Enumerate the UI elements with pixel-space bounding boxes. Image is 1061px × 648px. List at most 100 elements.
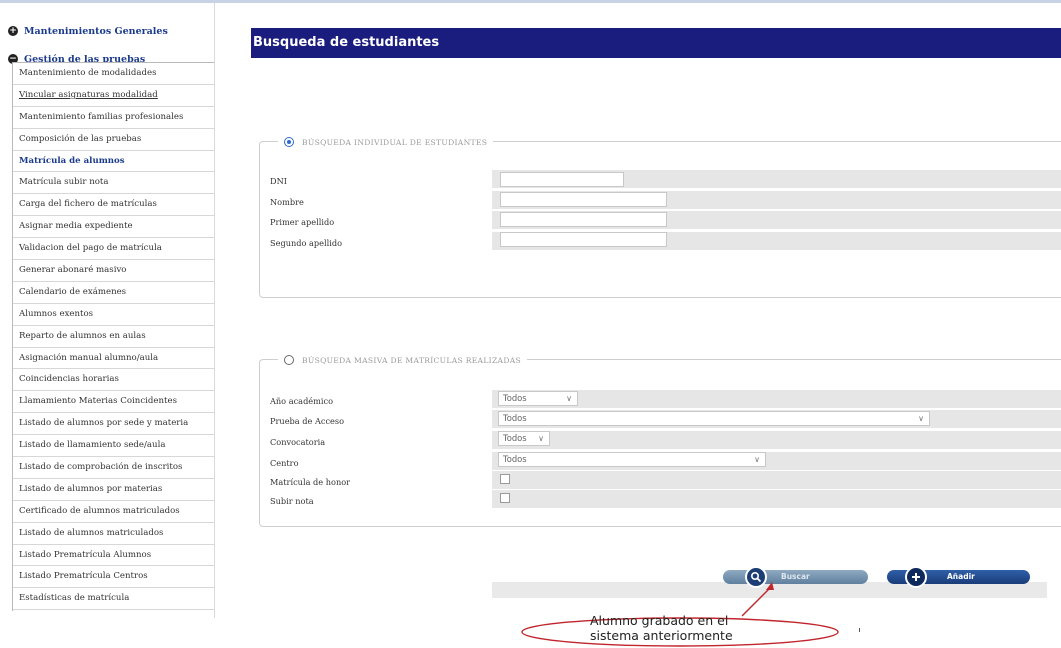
prueba-select-value: Todos bbox=[503, 413, 527, 423]
annotation-text: Alumno grabado en el sistema anteriormen… bbox=[590, 613, 733, 643]
sidebar-divider bbox=[214, 3, 215, 618]
prueba-select[interactable]: Todos ∨ bbox=[498, 411, 930, 426]
matricula-honor-row-bg bbox=[492, 471, 1061, 489]
sidebar-item[interactable]: Matrícula de alumnos bbox=[13, 151, 214, 173]
centro-select-value: Todos bbox=[503, 454, 527, 464]
sidebar-item-label: Llamamiento Materias Coincidentes bbox=[19, 396, 177, 407]
sidebar-item[interactable]: Mantenimiento familias profesionales bbox=[13, 107, 214, 129]
sidebar-item-label: Validacion del pago de matrícula bbox=[19, 243, 162, 254]
prueba-label: Prueba de Acceso bbox=[270, 416, 345, 426]
masiva-search-legend: BÚSQUEDA MASIVA DE MATRÍCULAS REALIZADAS bbox=[278, 353, 528, 367]
annotation-line-2: sistema anteriormente bbox=[590, 628, 733, 643]
sidebar-item[interactable]: Calendario de exámenes bbox=[13, 282, 214, 304]
sidebar-item[interactable]: Certificado de alumnos matriculados bbox=[13, 501, 214, 523]
masiva-search-radio[interactable] bbox=[284, 355, 294, 365]
masiva-search-legend-label: BÚSQUEDA MASIVA DE MATRÍCULAS REALIZADAS bbox=[302, 355, 522, 365]
sidebar-item[interactable]: Listado Prematrícula Centros bbox=[13, 566, 214, 589]
sidebar-item-label: Coincidencias horarias bbox=[19, 374, 119, 385]
sidebar-item[interactable]: Alumnos exentos bbox=[13, 304, 214, 326]
individual-search-radio[interactable] bbox=[284, 137, 294, 147]
page-title: Busqueda de estudiantes bbox=[251, 28, 1061, 58]
sidebar-item-label: Mantenimiento familias profesionales bbox=[19, 111, 184, 122]
sidebar-item[interactable]: Mantenimiento de modalidades bbox=[13, 63, 214, 85]
sidebar-item[interactable]: Matrícula subir nota bbox=[13, 172, 214, 195]
sidebar-item[interactable]: Composición de las pruebas bbox=[13, 129, 214, 151]
sidebar-item[interactable]: Validacion del pago de matrícula bbox=[13, 238, 214, 261]
sidebar-item-label: Certificado de alumnos matriculados bbox=[19, 505, 180, 516]
sidebar-item-label: Matrícula de alumnos bbox=[19, 155, 125, 166]
nombre-label: Nombre bbox=[270, 197, 304, 207]
chevron-down-icon: ∨ bbox=[566, 394, 572, 403]
anio-select-value: Todos bbox=[503, 393, 527, 403]
dni-input[interactable] bbox=[500, 172, 624, 187]
sidebar-item-label: Listado Prematrícula Centros bbox=[19, 571, 148, 582]
dni-label: DNI bbox=[270, 176, 287, 186]
segundo-apellido-label: Segundo apellido bbox=[270, 238, 343, 248]
annotation-tick bbox=[859, 628, 860, 632]
sidebar-item[interactable]: Vincular asignaturas modalidad bbox=[13, 85, 214, 107]
sidebar-item-label: Composición de las pruebas bbox=[19, 133, 142, 144]
matricula-honor-checkbox[interactable] bbox=[500, 474, 510, 484]
chevron-down-icon: ∨ bbox=[918, 414, 924, 423]
anio-select[interactable]: Todos ∨ bbox=[498, 391, 578, 406]
sidebar-item-label: Listado Prematrícula Alumnos bbox=[19, 549, 152, 560]
top-border bbox=[0, 0, 1061, 3]
sidebar-item-label: Generar abonaré masivo bbox=[19, 265, 127, 276]
sidebar-section-label: Mantenimientos Generales bbox=[24, 25, 168, 37]
sidebar-item-label: Calendario de exámenes bbox=[19, 286, 127, 297]
sidebar-menu: Mantenimiento de modalidades Vincular asi… bbox=[12, 62, 215, 611]
sidebar-item[interactable]: Asignar media expediente bbox=[13, 216, 214, 239]
buscar-button[interactable]: Buscar bbox=[723, 566, 868, 588]
anio-label: Año académico bbox=[270, 396, 334, 406]
centro-select[interactable]: Todos ∨ bbox=[498, 452, 766, 467]
primer-apellido-input[interactable] bbox=[500, 212, 667, 227]
subir-nota-label: Subir nota bbox=[270, 496, 314, 506]
convocatoria-select-value: Todos bbox=[503, 433, 527, 443]
segundo-apellido-input[interactable] bbox=[500, 232, 667, 247]
sidebar-item-label: Estadísticas de matrícula bbox=[19, 593, 130, 604]
sidebar-item[interactable]: Estadísticas de matrícula bbox=[13, 588, 214, 611]
plus-icon bbox=[905, 566, 927, 588]
plus-circle-icon: + bbox=[8, 26, 18, 36]
sidebar-item[interactable]: Asignación manual alumno/aula bbox=[13, 348, 214, 370]
annotation-line-1: Alumno grabado en el bbox=[590, 613, 729, 628]
primer-apellido-label: Primer apellido bbox=[270, 217, 335, 227]
sidebar-item[interactable]: Listado de alumnos por sede y materia bbox=[13, 413, 214, 436]
sidebar-item[interactable]: Listado de alumnos por materias bbox=[13, 479, 214, 501]
sidebar-item-label: Asignar media expediente bbox=[19, 221, 133, 232]
anadir-button-label: Añadir bbox=[947, 572, 975, 581]
subir-nota-row-bg bbox=[492, 490, 1061, 508]
sidebar-item-label: Asignación manual alumno/aula bbox=[19, 352, 159, 363]
buscar-button-label: Buscar bbox=[781, 572, 810, 581]
sidebar-item-label: Listado de comprobación de inscritos bbox=[19, 462, 183, 473]
sidebar-item-label: Matrícula subir nota bbox=[19, 177, 109, 188]
sidebar-section-mantenimientos[interactable]: + Mantenimientos Generales bbox=[8, 22, 168, 40]
convocatoria-select[interactable]: Todos ∨ bbox=[498, 431, 550, 446]
sidebar-item-label: Reparto de alumnos en aulas bbox=[19, 330, 146, 341]
sidebar-item-label: Listado de alumnos por sede y materia bbox=[19, 418, 189, 429]
sidebar-item[interactable]: Llamamiento Materias Coincidentes bbox=[13, 391, 214, 414]
sidebar-item[interactable]: Generar abonaré masivo bbox=[13, 260, 214, 282]
nombre-input[interactable] bbox=[500, 192, 667, 207]
sidebar-item[interactable]: Listado de llamamiento sede/aula bbox=[13, 435, 214, 458]
sidebar-item-label: Listado de alumnos por materias bbox=[19, 483, 163, 494]
subir-nota-checkbox[interactable] bbox=[500, 493, 510, 503]
sidebar-item[interactable]: Coincidencias horarias bbox=[13, 369, 214, 392]
individual-search-legend-label: BÚSQUEDA INDIVIDUAL DE ESTUDIANTES bbox=[302, 137, 488, 147]
sidebar-item-label: Listado de llamamiento sede/aula bbox=[19, 440, 166, 451]
sidebar-item-label: Vincular asignaturas modalidad bbox=[19, 89, 158, 100]
convocatoria-row-bg bbox=[492, 431, 1061, 449]
sidebar-item[interactable]: Reparto de alumnos en aulas bbox=[13, 326, 214, 348]
sidebar-item[interactable]: Listado de comprobación de inscritos bbox=[13, 457, 214, 479]
sidebar-item-label: Mantenimiento de modalidades bbox=[19, 68, 157, 78]
sidebar-item-label: Listado de alumnos matriculados bbox=[19, 527, 164, 538]
anadir-button[interactable]: Añadir bbox=[887, 566, 1030, 588]
sidebar-item-label: Carga del fichero de matrículas bbox=[19, 199, 157, 210]
sidebar-item[interactable]: Listado de alumnos matriculados bbox=[13, 523, 214, 545]
chevron-down-icon: ∨ bbox=[538, 434, 544, 443]
convocatoria-label: Convocatoria bbox=[270, 437, 326, 447]
chevron-down-icon: ∨ bbox=[754, 455, 760, 464]
sidebar-item[interactable]: Listado Prematrícula Alumnos bbox=[13, 545, 214, 567]
sidebar-item-label: Alumnos exentos bbox=[19, 308, 94, 319]
sidebar-item[interactable]: Carga del fichero de matrículas bbox=[13, 194, 214, 217]
